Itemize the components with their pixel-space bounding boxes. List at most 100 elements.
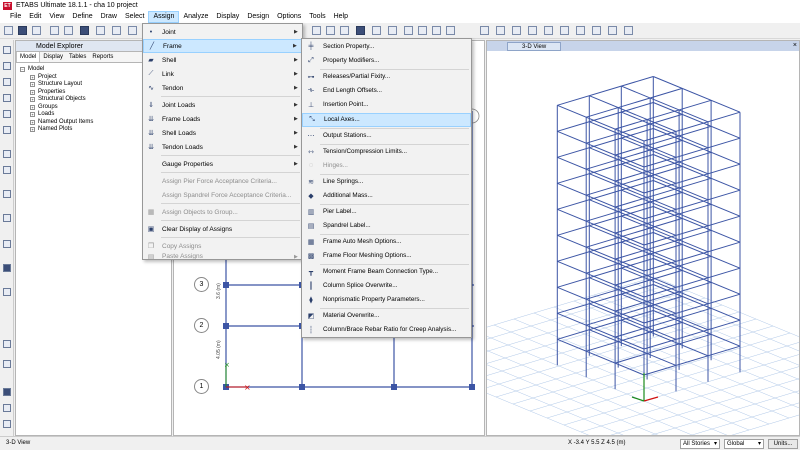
menu-display[interactable]: Display <box>212 11 243 23</box>
draw-area-icon[interactable] <box>576 26 585 35</box>
frame-rebar-ratio-creep-item[interactable]: ┆ Column/Brace Rebar Ratio for Creep Anal… <box>302 323 471 337</box>
floor-draw-icon[interactable] <box>3 150 11 158</box>
assign-tendon-loads-item[interactable]: ⇊ Tendon Loads ▶ <box>143 140 302 154</box>
frame-hinges-item[interactable]: ◌ Hinges... <box>302 159 471 173</box>
brace-draw-icon[interactable] <box>3 110 11 118</box>
frame-pier-label-item[interactable]: ▥ Pier Label... <box>302 205 471 219</box>
grid-draw-icon[interactable] <box>3 264 11 272</box>
frame-material-overwrite-item[interactable]: ◩ Material Overwrite... <box>302 309 471 323</box>
view-3d-window[interactable]: 3-D View × <box>486 40 800 436</box>
menu-select[interactable]: Select <box>121 11 148 23</box>
undo-icon[interactable] <box>50 26 59 35</box>
assign-frame-loads-item[interactable]: ⇊ Frame Loads ▶ <box>143 112 302 126</box>
assign-joint-item[interactable]: • Joint ▶ <box>143 25 302 39</box>
select-pointer-icon[interactable] <box>480 26 489 35</box>
assign-spandrel-force-criteria-item[interactable]: Assign Spandrel Force Acceptance Criteri… <box>143 188 302 202</box>
concrete-icon[interactable] <box>388 26 397 35</box>
expand-icon[interactable]: + <box>30 119 35 125</box>
assign-shell-loads-item[interactable]: ⇊ Shell Loads ▶ <box>143 126 302 140</box>
tendon-draw-icon[interactable] <box>3 240 11 248</box>
slab-icon[interactable] <box>432 26 441 35</box>
menu-analyze[interactable]: Analyze <box>179 11 212 23</box>
paste-assigns-item[interactable]: ▤ Paste Assigns ▶ <box>143 253 302 261</box>
wall-draw-icon[interactable] <box>3 166 11 174</box>
assign-gauge-properties-item[interactable]: Gauge Properties ▶ <box>143 157 302 171</box>
new-model-icon[interactable] <box>4 26 13 35</box>
assign-joint-loads-item[interactable]: ⇓ Joint Loads ▶ <box>143 98 302 112</box>
rubber-band-icon[interactable] <box>496 26 505 35</box>
frame-tension-compression-limits-item[interactable]: ⇿ Tension/Compression Limits... <box>302 145 471 159</box>
draw-icon[interactable] <box>446 26 455 35</box>
opening-draw-icon[interactable] <box>3 190 11 198</box>
expand-icon[interactable]: + <box>30 82 35 88</box>
tab-tables[interactable]: Tables <box>66 52 89 62</box>
copy-assigns-item[interactable]: ❐ Copy Assigns <box>143 239 302 253</box>
check-icon[interactable] <box>326 26 335 35</box>
frame-column-splice-item[interactable]: ┃ Column Splice Overwrite... <box>302 279 471 293</box>
expand-icon[interactable]: + <box>30 74 35 80</box>
frame-insertion-point-item[interactable]: ⊥ Insertion Point... <box>302 98 471 112</box>
expand-icon[interactable]: + <box>30 89 35 95</box>
menu-file[interactable]: File <box>6 11 25 23</box>
expand-icon[interactable]: + <box>30 97 35 103</box>
run-analysis-icon[interactable] <box>96 26 105 35</box>
menu-help[interactable]: Help <box>330 11 352 23</box>
assign-link-item[interactable]: ⟋ Link ▶ <box>143 67 302 81</box>
zoom-icon[interactable] <box>128 26 137 35</box>
menu-edit[interactable]: Edit <box>25 11 45 23</box>
assign-frame-item[interactable]: ╱ Frame ▶ <box>143 39 302 53</box>
design-icon[interactable] <box>356 26 365 35</box>
redo-icon[interactable] <box>64 26 73 35</box>
collapse-icon[interactable]: − <box>20 67 25 73</box>
assign-pier-force-criteria-item[interactable]: Assign Pier Force Acceptance Criteria... <box>143 174 302 188</box>
snap-line-icon[interactable] <box>3 420 11 428</box>
close-icon[interactable]: × <box>793 41 797 51</box>
draw-brace-icon[interactable] <box>560 26 569 35</box>
frame-additional-mass-item[interactable]: ◆ Additional Mass... <box>302 189 471 203</box>
snap-perpendicular-icon[interactable] <box>3 404 11 412</box>
frame-draw-icon[interactable] <box>3 94 11 102</box>
frame-releases-item[interactable]: ⊶ Releases/Partial Fixity... <box>302 70 471 84</box>
expand-icon[interactable]: + <box>30 104 35 110</box>
dimension-icon[interactable] <box>340 26 349 35</box>
draw-opening-icon[interactable] <box>608 26 617 35</box>
frame-local-axes-item[interactable]: ⤡ Local Axes... <box>302 113 471 127</box>
joint-view-icon[interactable] <box>312 26 321 35</box>
draw-column-icon[interactable] <box>528 26 537 35</box>
dimension-draw-icon[interactable] <box>3 288 11 296</box>
draw-wall-icon[interactable] <box>592 26 601 35</box>
tab-model[interactable]: Model <box>16 52 41 62</box>
frame-property-modifiers-item[interactable]: ⤢ Property Modifiers... <box>302 54 471 68</box>
expand-icon[interactable]: + <box>30 112 35 118</box>
frame-beam-connection-type-item[interactable]: ┳ Moment Frame Beam Connection Type... <box>302 265 471 279</box>
frame-section-property-item[interactable]: ╪ Section Property... <box>302 40 471 54</box>
tab-reports[interactable]: Reports <box>89 52 116 62</box>
expand-icon[interactable]: + <box>30 127 35 133</box>
clear-display-of-assigns-item[interactable]: ▣ Clear Display of Assigns <box>143 222 302 236</box>
shear-wall-icon[interactable] <box>418 26 427 35</box>
open-icon[interactable] <box>18 26 27 35</box>
menu-define[interactable]: Define <box>68 11 96 23</box>
frame-line-springs-item[interactable]: ≋ Line Springs... <box>302 175 471 189</box>
assign-objects-to-group-item[interactable]: ▦ Assign Objects to Group... <box>143 205 302 219</box>
tab-display[interactable]: Display <box>40 52 66 62</box>
menu-draw[interactable]: Draw <box>97 11 121 23</box>
pointer-icon[interactable] <box>3 46 11 54</box>
frame-end-length-offsets-item[interactable]: ⟛ End Length Offsets... <box>302 84 471 98</box>
section-cut-icon[interactable] <box>3 340 11 348</box>
save-icon[interactable] <box>32 26 41 35</box>
steel-icon[interactable] <box>372 26 381 35</box>
beam-draw-icon[interactable] <box>3 126 11 134</box>
lock-icon[interactable] <box>80 26 89 35</box>
refresh-icon[interactable] <box>112 26 121 35</box>
assign-shell-item[interactable]: ▰ Shell ▶ <box>143 53 302 67</box>
frame-output-stations-item[interactable]: ⋯ Output Stations... <box>302 129 471 143</box>
frame-spandrel-label-item[interactable]: ▤ Spandrel Label... <box>302 219 471 233</box>
joint-draw-icon[interactable] <box>3 78 11 86</box>
draw-beam-icon[interactable] <box>544 26 553 35</box>
frame-nonprismatic-item[interactable]: ⧫ Nonprismatic Property Parameters... <box>302 293 471 307</box>
snap-point-icon[interactable] <box>3 360 11 368</box>
draw-frame-icon[interactable] <box>512 26 521 35</box>
coord-system-select[interactable]: Global <box>724 439 764 449</box>
draw-link-icon[interactable] <box>624 26 633 35</box>
